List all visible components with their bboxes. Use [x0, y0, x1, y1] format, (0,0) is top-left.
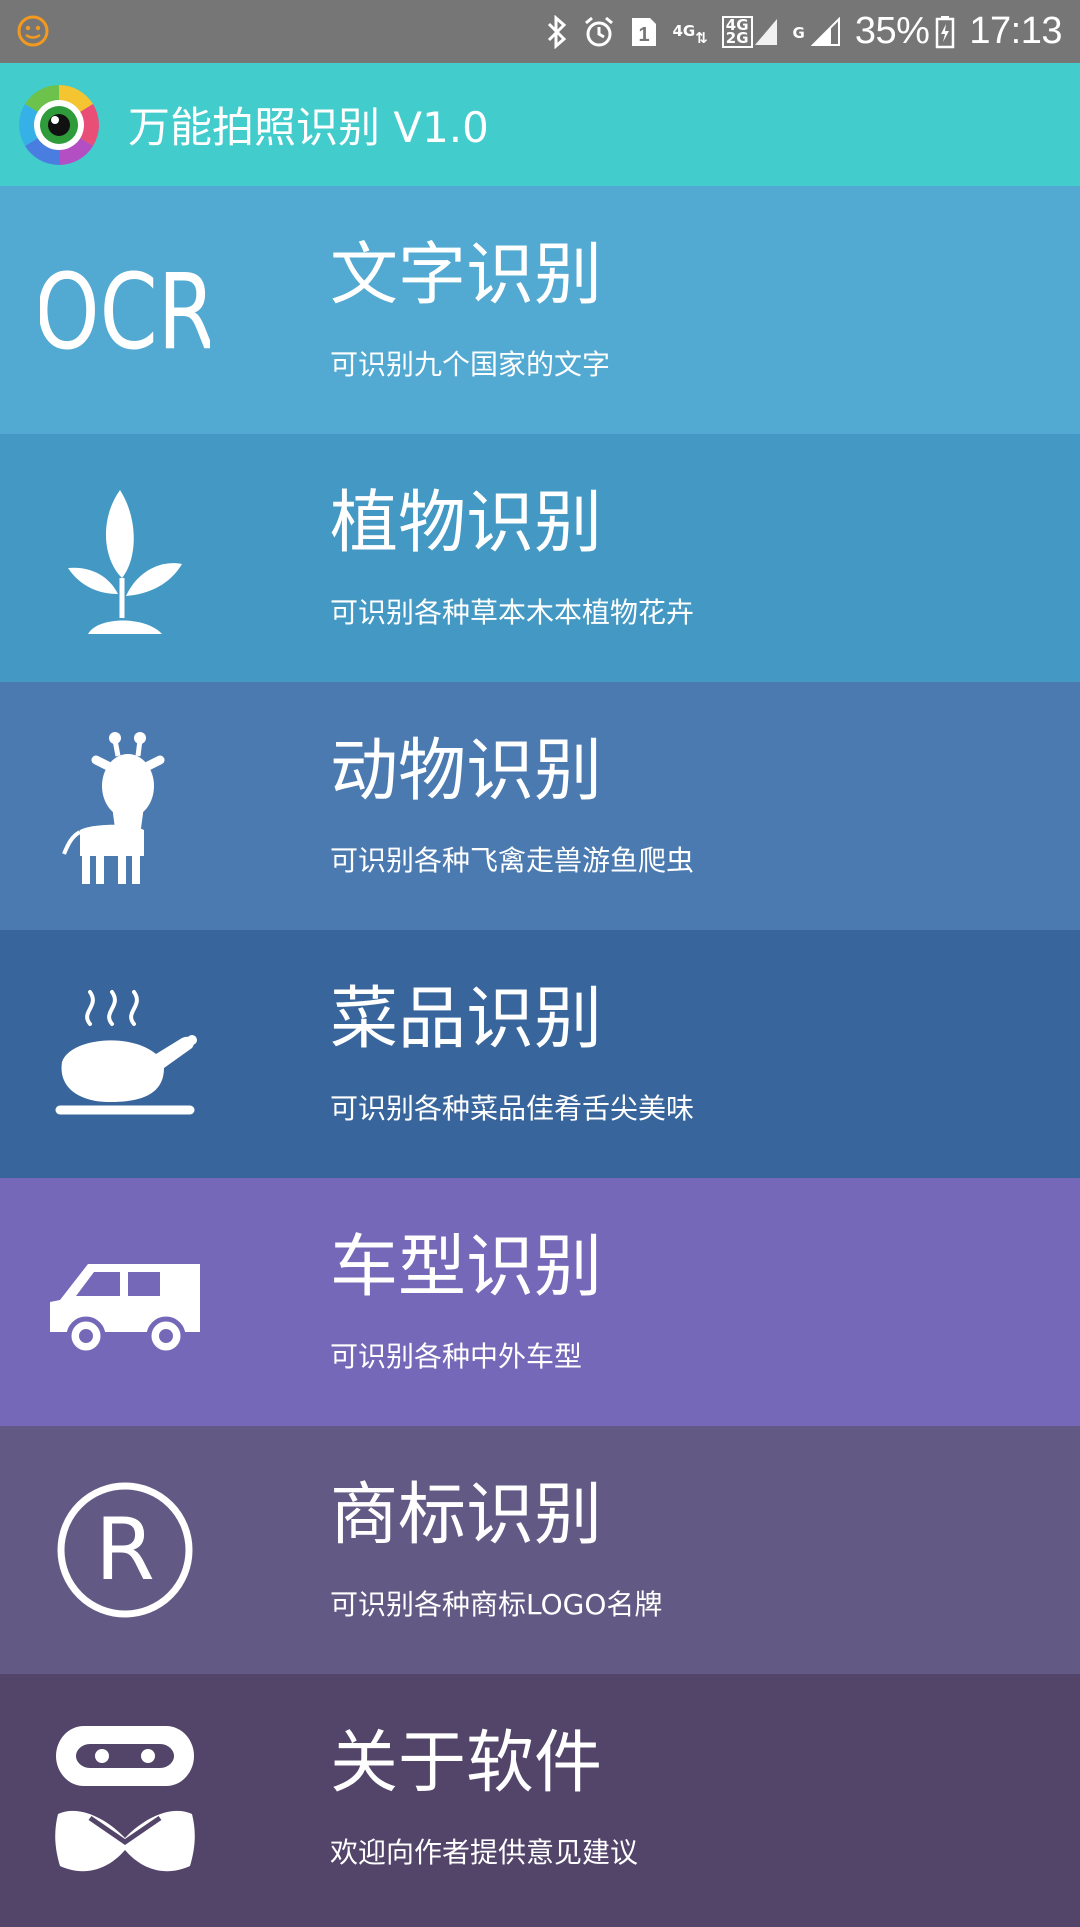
menu-item-title: 车型识别 [330, 1228, 603, 1307]
feature-menu-list: OCR 文字识别 可识别九个国家的文字 植物识别 可识别各种草本木本植物花卉 动… [0, 186, 1080, 1927]
smiley-notification-icon [16, 14, 50, 52]
network-4g-label: 4G [672, 22, 696, 40]
ocr-icon: OCR [40, 230, 210, 390]
menu-item-subtitle: 可识别各种菜品佳肴舌尖美味 [330, 1092, 695, 1125]
menu-item-subtitle: 可识别各种商标LOGO名牌 [330, 1588, 663, 1621]
menu-item-dish-recognition[interactable]: 菜品识别 可识别各种菜品佳肴舌尖美味 [0, 930, 1080, 1178]
menu-item-subtitle: 可识别各种飞禽走兽游鱼爬虫 [330, 844, 695, 877]
app-logo-eye-icon [16, 82, 102, 168]
network-4g-2g-signal-icon: 4G 2G [721, 15, 779, 48]
menu-item-car-recognition[interactable]: 车型识别 可识别各种中外车型 [0, 1178, 1080, 1426]
menu-item-title: 文字识别 [330, 236, 603, 315]
menu-item-text-recognition[interactable]: OCR 文字识别 可识别九个国家的文字 [0, 186, 1080, 434]
roast-chicken-icon [40, 974, 210, 1134]
network-g-signal-icon: G [792, 16, 841, 47]
registered-trademark-icon: R [40, 1470, 210, 1630]
menu-item-animal-recognition[interactable]: 动物识别 可识别各种飞禽走兽游鱼爬虫 [0, 682, 1080, 930]
status-icons: 1 4G ⇅ 4G 2G G 35% 17:13 [532, 0, 1062, 63]
app-title: 万能拍照识别 V1.0 [128, 103, 489, 152]
ocr-icon-label: OCR [40, 253, 210, 370]
network-4g-icon: 4G ⇅ [672, 22, 708, 47]
bluetooth-icon [546, 14, 568, 49]
network-g-label: G [792, 23, 805, 42]
battery-charging-icon [935, 15, 955, 49]
menu-item-subtitle: 欢迎向作者提供意见建议 [330, 1836, 639, 1869]
alarm-icon [582, 15, 616, 49]
menu-item-plant-recognition[interactable]: 植物识别 可识别各种草本木本植物花卉 [0, 434, 1080, 682]
robot-icon [40, 1718, 210, 1878]
menu-item-subtitle: 可识别各种草本木本植物花卉 [330, 596, 695, 629]
status-bar: 1 4G ⇅ 4G 2G G 35% 17:13 [0, 0, 1080, 63]
giraffe-icon [40, 726, 210, 886]
sim-slot-label: 1 [639, 24, 650, 46]
menu-item-title: 商标识别 [330, 1476, 603, 1555]
menu-item-subtitle: 可识别各种中外车型 [330, 1340, 583, 1373]
menu-item-title: 植物识别 [330, 484, 603, 563]
sim-slot-icon: 1 [630, 16, 658, 48]
menu-item-title: 菜品识别 [330, 980, 603, 1059]
battery-percent: 35% [854, 10, 930, 52]
car-icon [40, 1222, 210, 1382]
menu-item-trademark-recognition[interactable]: R 商标识别 可识别各种商标LOGO名牌 [0, 1426, 1080, 1674]
menu-item-subtitle: 可识别九个国家的文字 [330, 348, 611, 381]
registered-trademark-icon-label: R [95, 1500, 155, 1600]
menu-item-title: 关于软件 [330, 1724, 603, 1803]
app-bar: 万能拍照识别 V1.0 [0, 63, 1080, 186]
menu-item-title: 动物识别 [330, 732, 603, 811]
clock-time: 17:13 [969, 10, 1062, 52]
plant-icon [40, 478, 210, 638]
network-2g-bottom-label: 2G [725, 28, 749, 47]
menu-item-about-software[interactable]: 关于软件 欢迎向作者提供意见建议 [0, 1674, 1080, 1927]
